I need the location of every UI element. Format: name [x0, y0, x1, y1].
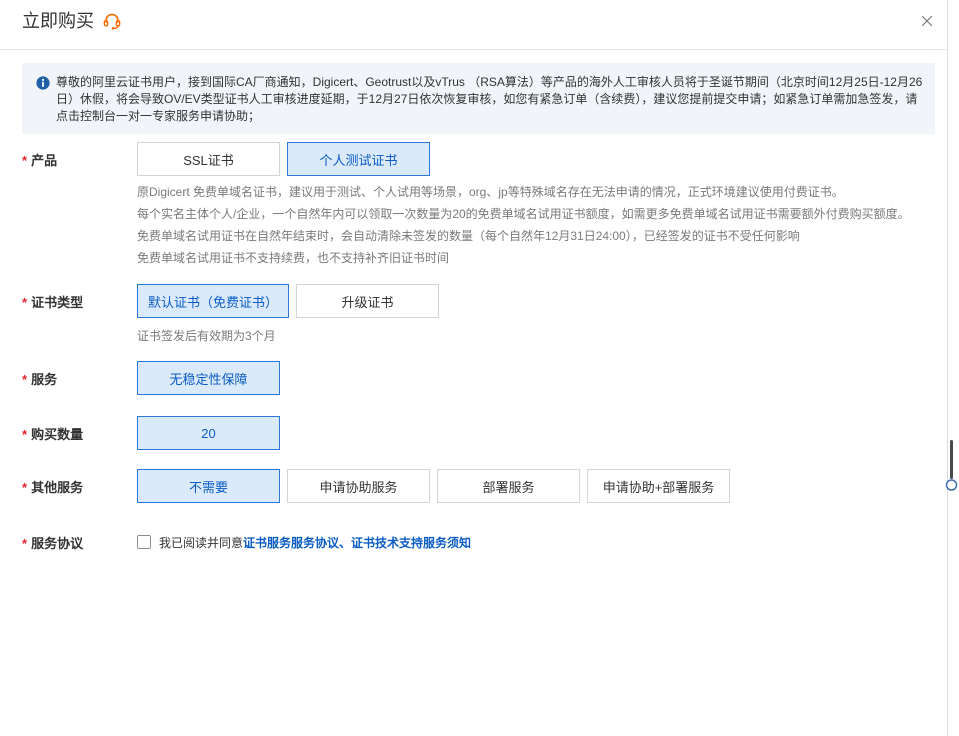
- service-row: * 服务 无稳定性保障: [22, 361, 947, 395]
- agreement-label-text: 服务协议: [31, 535, 84, 551]
- product-option-personal-test-cert[interactable]: 个人测试证书: [287, 142, 430, 176]
- cert-type-options: 默认证书（免费证书） 升级证书: [137, 284, 446, 318]
- agreement-separator: 、: [339, 535, 352, 550]
- product-description-line: 免费单域名试用证书在自然年结束时，会自动清除未签发的数量（每个自然年12月31日…: [137, 229, 800, 243]
- service-agreement-link[interactable]: 证书服务服务协议: [243, 534, 339, 551]
- quantity-label-text: 购买数量: [31, 426, 84, 442]
- required-mark: *: [22, 152, 28, 168]
- cert-type-label: * 证书类型: [22, 292, 137, 311]
- other-service-option-assistance[interactable]: 申请协助服务: [287, 469, 430, 503]
- product-label-text: 产品: [31, 152, 58, 168]
- cert-type-option-default[interactable]: 默认证书（免费证书）: [137, 284, 290, 318]
- required-mark: *: [22, 371, 28, 387]
- cert-type-description: 证书签发后有效期为3个月: [137, 325, 947, 347]
- required-mark: *: [22, 535, 28, 551]
- agreement-checkbox[interactable]: [137, 535, 151, 549]
- required-mark: *: [22, 426, 28, 442]
- cert-type-row: * 证书类型 默认证书（免费证书） 升级证书: [22, 284, 947, 318]
- product-description-line: 原Digicert 免费单域名证书，建议用于测试、个人试用等场景，org、jp等…: [137, 185, 844, 199]
- cert-type-option-upgrade[interactable]: 升级证书: [296, 284, 440, 318]
- quantity-options: 20: [137, 416, 287, 450]
- dialog-header: 立即购买: [0, 0, 947, 50]
- quantity-input[interactable]: 20: [137, 416, 280, 450]
- agreement-content: 我已阅读并同意 证书服务服务协议、证书技术支持服务须知: [137, 534, 471, 551]
- required-mark: *: [22, 479, 28, 495]
- notice-text: 尊敬的阿里云证书用户，接到国际CA厂商通知，Digicert、Geotrust以…: [56, 75, 923, 123]
- product-options: SSL证书 个人测试证书: [137, 142, 437, 176]
- product-option-ssl-cert[interactable]: SSL证书: [137, 142, 280, 176]
- close-icon[interactable]: [920, 14, 934, 28]
- other-service-option-deployment[interactable]: 部署服务: [437, 469, 580, 503]
- service-label-text: 服务: [31, 371, 58, 387]
- service-option-no-stability-guarantee[interactable]: 无稳定性保障: [137, 361, 280, 395]
- required-mark: *: [22, 294, 28, 310]
- product-description-line: 免费单域名试用证书不支持续费，也不支持补齐旧证书时间: [137, 251, 450, 265]
- product-row: * 产品 SSL证书 个人测试证书: [22, 142, 947, 176]
- service-options: 无稳定性保障: [137, 361, 287, 395]
- headset-icon[interactable]: [103, 12, 121, 30]
- service-label: * 服务: [22, 369, 137, 388]
- cert-type-description-line: 证书签发后有效期为3个月: [137, 329, 276, 343]
- title-wrap: 立即购买: [22, 10, 121, 32]
- quantity-row: * 购买数量 20: [22, 416, 947, 450]
- other-service-option-none[interactable]: 不需要: [137, 469, 280, 503]
- quantity-label: * 购买数量: [22, 424, 137, 443]
- other-services-label-text: 其他服务: [31, 479, 84, 495]
- info-icon: [36, 76, 50, 90]
- scrollbar-thumb[interactable]: [944, 438, 959, 494]
- agreement-prefix: 我已阅读并同意: [159, 535, 244, 550]
- agreement-row: * 服务协议 我已阅读并同意 证书服务服务协议、证书技术支持服务须知: [22, 525, 947, 559]
- product-label: * 产品: [22, 150, 137, 169]
- tech-support-notice-link[interactable]: 证书技术支持服务须知: [351, 534, 471, 551]
- other-service-option-assistance-deployment[interactable]: 申请协助+部署服务: [587, 469, 730, 503]
- other-services-row: * 其他服务 不需要 申请协助服务 部署服务 申请协助+部署服务: [22, 469, 947, 503]
- product-description: 原Digicert 免费单域名证书，建议用于测试、个人试用等场景，org、jp等…: [137, 181, 947, 269]
- other-services-options: 不需要 申请协助服务 部署服务 申请协助+部署服务: [137, 469, 737, 503]
- agreement-label: * 服务协议: [22, 533, 137, 552]
- cert-type-label-text: 证书类型: [31, 294, 84, 310]
- holiday-notice: 尊敬的阿里云证书用户，接到国际CA厂商通知，Digicert、Geotrust以…: [22, 63, 935, 134]
- dialog-title: 立即购买: [22, 11, 94, 31]
- other-services-label: * 其他服务: [22, 477, 137, 496]
- product-description-line: 每个实名主体个人/企业，一个自然年内可以领取一次数量为20的免费单域名试用证书额…: [137, 207, 910, 221]
- purchase-dialog: 立即购买 尊敬的阿里云证书用户，接到国际CA厂商通知，Digicert、Geot…: [0, 0, 948, 736]
